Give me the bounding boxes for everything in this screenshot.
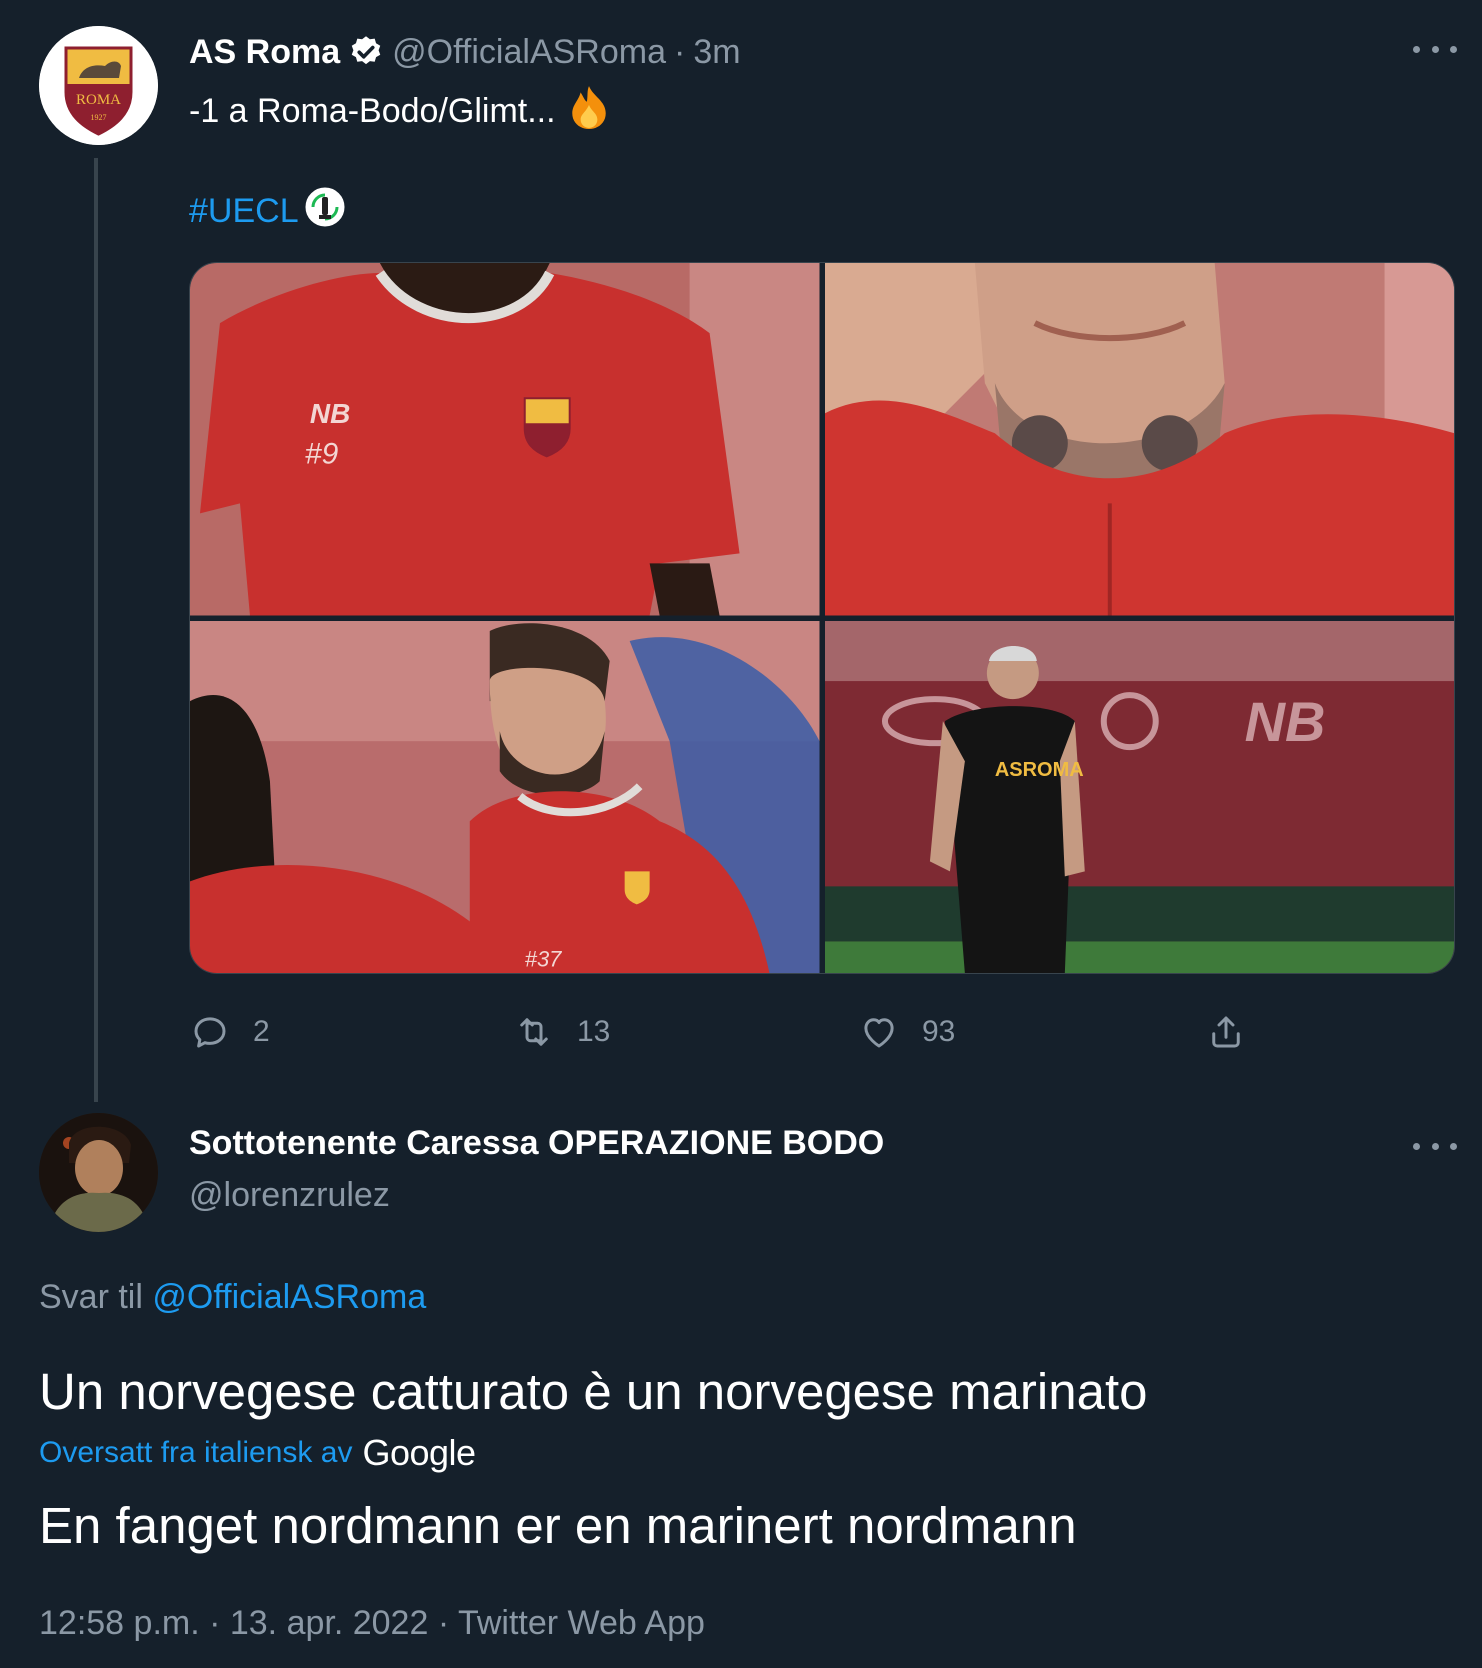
more-options-button[interactable] [1413,1139,1457,1153]
svg-text:ASROMA: ASROMA [994,759,1083,781]
media-photo-4[interactable]: NB ASROMA [824,620,1454,973]
tweet-thread: ROMA 1927 AS Roma @OfficialASRoma · 3m -… [0,0,1482,1668]
tweet-text: -1 a Roma-Bodo/Glimt... [189,84,610,139]
reply-count: 2 [253,1015,270,1048]
avatar[interactable] [39,1113,158,1232]
more-dot-icon [1413,45,1420,53]
media-photo-2[interactable] [824,263,1454,616]
translated-text: En fanget nordmann er en marinert nordma… [39,1497,1077,1554]
replying-label: Svar til [39,1278,143,1316]
author-handle[interactable]: @OfficialASRoma [392,33,666,72]
author-name[interactable]: Sottotenente Caressa OPERAZIONE BODO [189,1124,884,1163]
like-count: 93 [922,1015,956,1048]
translated-label[interactable]: Oversatt fra italiensk av [39,1436,352,1470]
fire-icon [568,84,610,139]
more-dot-icon [1450,45,1457,53]
heart-icon [864,1018,894,1048]
tweet-meta[interactable]: 12:58 p.m. · 13. apr. 2022 · Twitter Web… [39,1604,705,1643]
media-grid: NB #9 #37 NB ASROMA [189,262,1455,974]
author-name[interactable]: AS Roma [189,33,340,72]
share-button[interactable] [1205,1010,1247,1054]
thread-connector-line [94,158,98,1102]
share-icon [1212,1016,1240,1048]
retweet-icon [520,1018,548,1046]
google-logo: Google [362,1432,476,1473]
hashtag-text[interactable]: #UECL [189,192,299,231]
media-photo-3[interactable]: #37 [190,620,820,973]
separator-dot: · [674,32,686,71]
more-dot-icon [1413,1142,1420,1150]
reply-icon [194,1017,226,1048]
tweet-header: AS Roma @OfficialASRoma · 3m [189,30,741,74]
more-dot-icon [1450,1142,1457,1150]
replying-to: Svar til @OfficialASRoma [39,1278,426,1317]
translation-attribution: Oversatt fra italiensk av Google [39,1432,476,1474]
tweet-time[interactable]: 3m [693,33,740,72]
svg-text:1927: 1927 [91,113,107,122]
svg-text:ROMA: ROMA [76,92,121,108]
author-handle[interactable]: @lorenzrulez [189,1176,390,1215]
svg-text:#9: #9 [305,437,339,470]
more-dot-icon [1431,45,1439,53]
svg-text:NB: NB [1244,690,1325,753]
reply-button[interactable]: 2 [189,1010,270,1054]
media-photo-1[interactable]: NB #9 [190,263,820,616]
replying-handle-link[interactable]: @OfficialASRoma [152,1278,426,1316]
hashtag-link[interactable]: #UECL [189,185,347,238]
verified-badge-icon [348,34,384,70]
svg-text:#37: #37 [525,946,562,971]
svg-text:NB: NB [310,398,350,429]
conference-league-trophy-icon [303,185,347,238]
retweet-count: 13 [577,1015,611,1048]
more-dot-icon [1431,1142,1439,1150]
more-options-button[interactable] [1413,42,1457,56]
avatar[interactable]: ROMA 1927 [39,26,158,145]
retweet-button[interactable]: 13 [513,1010,610,1054]
tweet-text: Un norvegese catturato è un norvegese ma… [39,1363,1148,1420]
tweet-text-content: -1 a Roma-Bodo/Glimt... [189,92,556,130]
like-button[interactable]: 93 [858,1010,955,1054]
